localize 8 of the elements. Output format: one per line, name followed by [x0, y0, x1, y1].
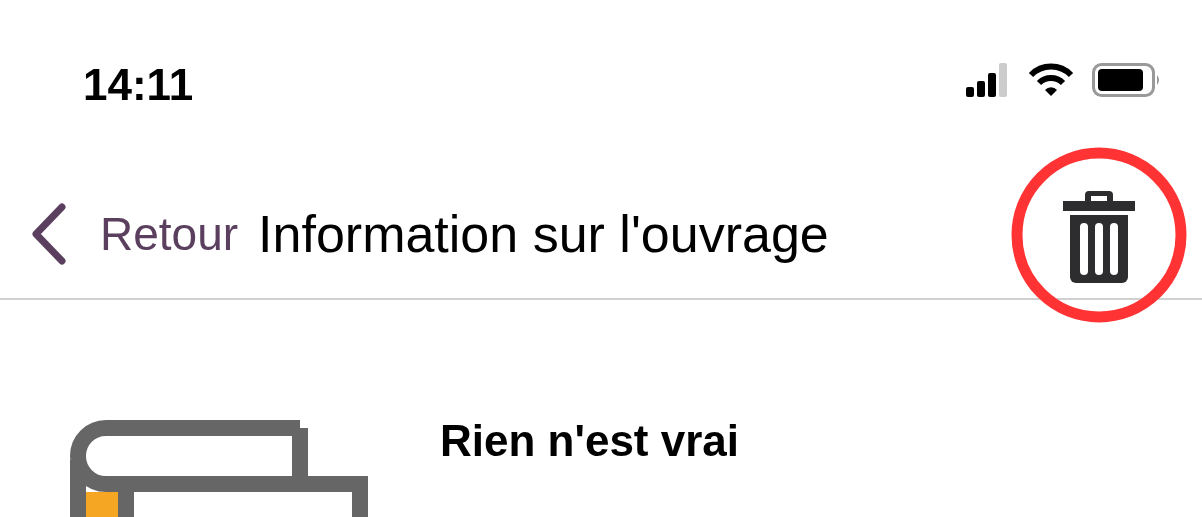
trash-icon — [1061, 191, 1137, 283]
wifi-icon — [1028, 63, 1074, 97]
signal-icon — [966, 63, 1010, 97]
back-button[interactable]: Retour — [28, 199, 239, 269]
status-time: 14:11 — [83, 59, 194, 111]
page-title: Information sur l'ouvrage — [258, 204, 829, 265]
book-title: Rien n'est vrai — [440, 415, 740, 467]
battery-icon — [1092, 63, 1162, 97]
